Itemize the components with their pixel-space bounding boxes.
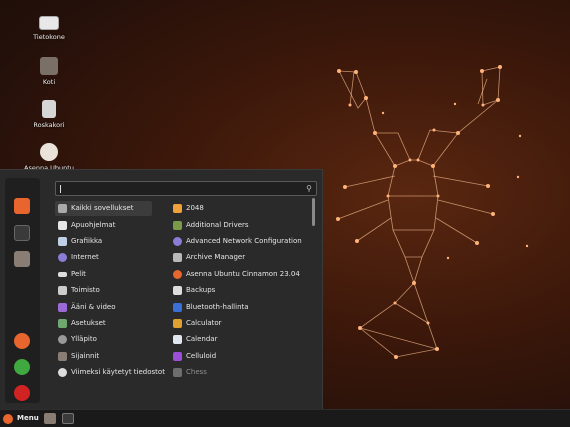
app-install-ubuntu-cinnamon[interactable]: Asenna Ubuntu Cinnamon 23.04: [170, 267, 310, 282]
app-list-scrollbar[interactable]: [312, 198, 315, 226]
category-games[interactable]: Pelit: [55, 267, 152, 282]
app-calculator[interactable]: Calculator: [170, 316, 310, 331]
app-calendar[interactable]: Calendar: [170, 332, 310, 347]
app-2048[interactable]: 2048: [170, 201, 310, 216]
category-graphics[interactable]: Grafiikka: [55, 234, 152, 249]
desktop-icon-label: Koti: [42, 78, 56, 86]
category-label: Kaikki sovellukset: [71, 204, 134, 212]
app-chess[interactable]: Chess: [170, 365, 310, 380]
home-folder-icon: [40, 57, 58, 75]
accessories-icon: [58, 221, 67, 230]
backups-icon: [173, 286, 182, 295]
category-label: Apuohjelmat: [71, 221, 116, 229]
category-label: Ylläpito: [71, 335, 97, 343]
app-label: Chess: [186, 368, 207, 376]
graphics-icon: [58, 237, 67, 246]
search-input[interactable]: ⚲: [55, 181, 317, 196]
places-icon: [58, 352, 67, 361]
cinnamon-logo-icon: [3, 414, 13, 424]
menu-button-label: Menu: [17, 414, 39, 422]
game-2048-icon: [173, 204, 182, 213]
logout-icon[interactable]: [14, 359, 30, 375]
bottom-panel: Menu: [0, 409, 570, 427]
category-office[interactable]: Toimisto: [55, 283, 152, 298]
category-label: Grafiikka: [71, 237, 103, 245]
firefox-icon[interactable]: [14, 198, 30, 214]
search-icon[interactable]: ⚲: [306, 184, 312, 193]
files-icon[interactable]: [44, 413, 56, 424]
administration-icon: [58, 335, 67, 344]
desktop-icon-home[interactable]: Koti: [19, 57, 79, 86]
grid-icon: [58, 204, 67, 213]
desktop-icon-installer[interactable]: Asenna Ubuntu: [19, 143, 79, 172]
installer-icon: [40, 143, 58, 161]
lock-icon[interactable]: [14, 333, 30, 349]
games-icon: [58, 272, 67, 277]
app-bluetooth[interactable]: Bluetooth-hallinta: [170, 300, 310, 315]
desktop-icon-label: Roskakori: [33, 121, 65, 129]
category-label: Asetukset: [71, 319, 106, 327]
network-icon: [173, 237, 182, 246]
app-label: Advanced Network Configuration: [186, 237, 302, 245]
app-label: Calculator: [186, 319, 222, 327]
settings-icon: [58, 319, 67, 328]
app-label: Bluetooth-hallinta: [186, 303, 249, 311]
computer-icon: [39, 16, 59, 30]
category-label: Viimeksi käytetyt tiedostot: [71, 368, 165, 376]
trash-icon: [42, 100, 56, 118]
category-places[interactable]: Sijainnit: [55, 349, 152, 364]
category-internet[interactable]: Internet: [55, 250, 152, 265]
files-icon[interactable]: [14, 251, 30, 267]
favorites-bar: [5, 178, 40, 403]
category-settings[interactable]: Asetukset: [55, 316, 152, 331]
app-label: 2048: [186, 204, 204, 212]
calculator-icon: [173, 319, 182, 328]
multimedia-icon: [58, 303, 67, 312]
text-caret: [60, 185, 61, 193]
terminal-icon[interactable]: [14, 225, 30, 241]
installer-icon: [173, 270, 182, 279]
app-additional-drivers[interactable]: Additional Drivers: [170, 218, 310, 233]
category-label: Pelit: [71, 270, 86, 278]
category-all-applications[interactable]: Kaikki sovellukset: [55, 201, 152, 216]
app-label: Celluloid: [186, 352, 217, 360]
app-label: Backups: [186, 286, 216, 294]
category-label: Ääni & video: [71, 303, 116, 311]
desktop-icon-computer[interactable]: Tietokone: [19, 14, 79, 41]
app-label: Archive Manager: [186, 253, 246, 261]
internet-icon: [58, 253, 67, 262]
desktop-icon-trash[interactable]: Roskakori: [19, 100, 79, 129]
category-administration[interactable]: Ylläpito: [55, 332, 152, 347]
office-icon: [58, 286, 67, 295]
category-accessories[interactable]: Apuohjelmat: [55, 218, 152, 233]
menu-button[interactable]: Menu: [2, 412, 39, 426]
app-label: Asenna Ubuntu Cinnamon 23.04: [186, 270, 300, 278]
category-multimedia[interactable]: Ääni & video: [55, 300, 152, 315]
category-label: Internet: [71, 253, 99, 261]
category-label: Sijainnit: [71, 352, 100, 360]
category-recent-files[interactable]: Viimeksi käytetyt tiedostot: [55, 365, 165, 380]
app-backups[interactable]: Backups: [170, 283, 310, 298]
calendar-icon: [173, 335, 182, 344]
video-player-icon: [173, 352, 182, 361]
application-menu: ⚲ Kaikki sovellukset Apuohjelmat Grafiik…: [0, 169, 323, 410]
app-celluloid[interactable]: Celluloid: [170, 349, 310, 364]
chess-icon: [173, 368, 182, 377]
archive-icon: [173, 253, 182, 262]
app-archive-manager[interactable]: Archive Manager: [170, 250, 310, 265]
recent-files-icon: [58, 368, 67, 377]
terminal-icon[interactable]: [62, 413, 74, 424]
app-label: Additional Drivers: [186, 221, 249, 229]
desktop-icon-label: Tietokone: [33, 33, 65, 41]
bluetooth-icon: [173, 303, 182, 312]
app-advanced-network-configuration[interactable]: Advanced Network Configuration: [170, 234, 315, 249]
category-label: Toimisto: [71, 286, 100, 294]
power-icon[interactable]: [14, 385, 30, 401]
app-label: Calendar: [186, 335, 218, 343]
drivers-icon: [173, 221, 182, 230]
